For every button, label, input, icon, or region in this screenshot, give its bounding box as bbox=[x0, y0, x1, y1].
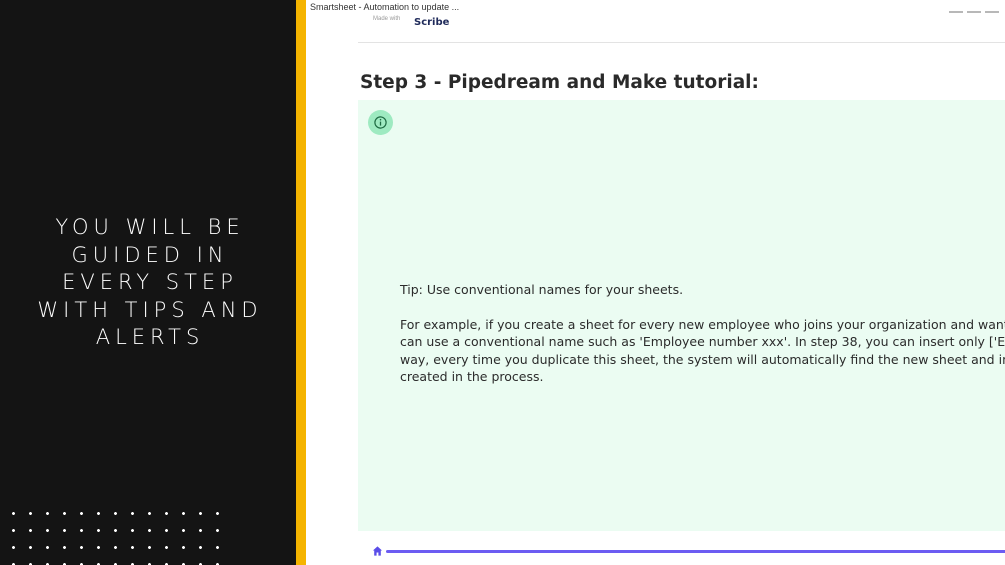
tip-body-line: way, every time you duplicate this sheet… bbox=[400, 351, 1005, 367]
maximize-button[interactable] bbox=[967, 11, 981, 13]
tip-box: Tip: Use conventional names for your she… bbox=[358, 100, 1005, 531]
scribe-logo[interactable]: Scribe bbox=[414, 17, 449, 28]
progress-track bbox=[386, 550, 1005, 553]
tip-body-line: For example, if you create a sheet for e… bbox=[400, 317, 1005, 332]
home-icon[interactable] bbox=[372, 545, 383, 557]
step-heading: Step 3 - Pipedream and Make tutorial: bbox=[360, 72, 759, 93]
close-button[interactable] bbox=[985, 11, 999, 13]
header-divider bbox=[358, 42, 1005, 43]
minimize-button[interactable] bbox=[949, 11, 963, 13]
dot-grid-decoration bbox=[5, 505, 225, 565]
window-controls[interactable] bbox=[945, 0, 1005, 13]
made-with-label: Made with bbox=[373, 16, 401, 22]
info-icon bbox=[368, 110, 393, 135]
slide-headline: YOU WILL BE GUIDED IN EVERY STEP WITH TI… bbox=[37, 215, 263, 349]
window-title: Smartsheet - Automation to update ... bbox=[310, 2, 460, 12]
tip-body-line: can use a conventional name such as 'Emp… bbox=[400, 334, 1005, 350]
scribe-window: Smartsheet - Automation to update ... Ma… bbox=[306, 0, 1005, 565]
tip-title: Tip: Use conventional names for your she… bbox=[400, 282, 684, 297]
tip-body: For example, if you create a sheet for e… bbox=[400, 316, 1005, 385]
tip-body-line: created in the process. bbox=[400, 368, 544, 384]
progress-bar bbox=[372, 545, 1005, 559]
accent-bar bbox=[296, 0, 306, 565]
slide-left-panel: YOU WILL BE GUIDED IN EVERY STEP WITH TI… bbox=[0, 0, 296, 565]
